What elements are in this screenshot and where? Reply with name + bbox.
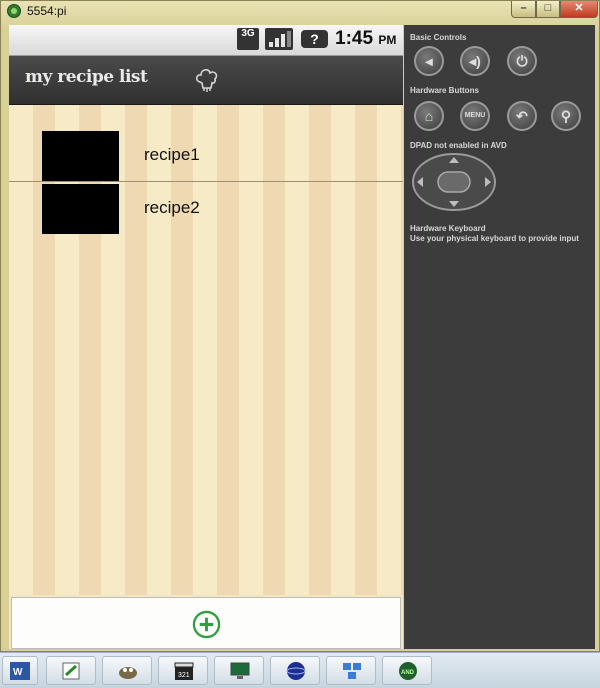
- footer-bar: [11, 597, 401, 649]
- taskbar-globe[interactable]: [270, 656, 320, 685]
- taskbar-paint[interactable]: [46, 656, 96, 685]
- list-item[interactable]: recipe2: [9, 181, 403, 234]
- emulator-window: 5554:pi – □ ✕ 3G ? 1:45 PM my recipe lis…: [0, 0, 600, 652]
- status-bar: 3G ? 1:45 PM: [9, 25, 403, 56]
- hardware-buttons-title: Hardware Buttons: [410, 86, 479, 95]
- android-emulator-icon: [7, 4, 21, 18]
- home-button[interactable]: ⌂: [414, 101, 444, 131]
- recipe-thumbnail: [42, 131, 119, 181]
- gimp-icon: [119, 667, 137, 679]
- dpad-control[interactable]: [411, 152, 497, 212]
- clapper-icon: 321: [174, 662, 194, 680]
- paint-icon: [62, 662, 80, 680]
- clock: 1:45 PM: [335, 28, 397, 49]
- title-bar[interactable]: 5554:pi – □ ✕: [1, 1, 599, 23]
- network-3g-icon: 3G: [237, 28, 259, 50]
- battery-icon: ?: [301, 30, 328, 48]
- recipe-label: recipe2: [144, 198, 200, 217]
- close-button[interactable]: ✕: [560, 1, 598, 18]
- keyboard-title: Hardware Keyboard: [410, 224, 486, 233]
- plus-circle-icon[interactable]: [192, 610, 221, 639]
- menu-button[interactable]: MENU: [460, 101, 490, 131]
- word-icon: W: [10, 662, 30, 680]
- app-bar: my recipe list: [9, 56, 403, 105]
- taskbar: W 321 AND: [0, 652, 600, 688]
- svg-text:AND: AND: [401, 670, 415, 676]
- keyboard-note: Use your physical keyboard to provide in…: [410, 234, 579, 243]
- back-button[interactable]: ↶: [507, 101, 537, 131]
- power-button[interactable]: ⏻: [507, 46, 537, 76]
- search-button[interactable]: ⚲: [551, 101, 581, 131]
- taskbar-clapper[interactable]: 321: [158, 656, 208, 685]
- basic-controls-title: Basic Controls: [410, 33, 467, 42]
- recipe-thumbnail: [42, 184, 119, 234]
- svg-text:321: 321: [178, 672, 190, 679]
- volume-up-button[interactable]: ◂): [460, 46, 490, 76]
- taskbar-network[interactable]: [326, 656, 376, 685]
- volume-down-button[interactable]: ◂: [414, 46, 444, 76]
- clock-ampm: PM: [378, 33, 397, 47]
- network-icon: [343, 663, 361, 679]
- monitor-icon: [230, 662, 250, 679]
- taskbar-gimp[interactable]: [102, 656, 152, 685]
- android-icon: AND: [399, 662, 417, 680]
- dpad-status: DPAD not enabled in AVD: [410, 141, 507, 150]
- taskbar-monitor[interactable]: [214, 656, 264, 685]
- window-title: 5554:pi: [27, 4, 67, 18]
- taskbar-word[interactable]: W: [2, 656, 38, 685]
- signal-icon: [265, 28, 293, 50]
- device-screen: 3G ? 1:45 PM my recipe list recipe1 reci…: [9, 25, 403, 649]
- svg-text:W: W: [13, 667, 23, 678]
- minimize-button[interactable]: –: [511, 1, 536, 18]
- recipe-label: recipe1: [144, 145, 200, 164]
- emulator-controls-panel: Basic Controls ◂ ◂) ⏻ Hardware Buttons ⌂…: [404, 25, 595, 649]
- taskbar-android[interactable]: AND: [382, 656, 432, 685]
- list-item[interactable]: recipe1: [9, 128, 403, 181]
- maximize-button[interactable]: □: [536, 1, 560, 18]
- chef-hat-icon[interactable]: [194, 66, 220, 94]
- app-title: my recipe list: [25, 67, 148, 87]
- globe-icon: [286, 662, 306, 680]
